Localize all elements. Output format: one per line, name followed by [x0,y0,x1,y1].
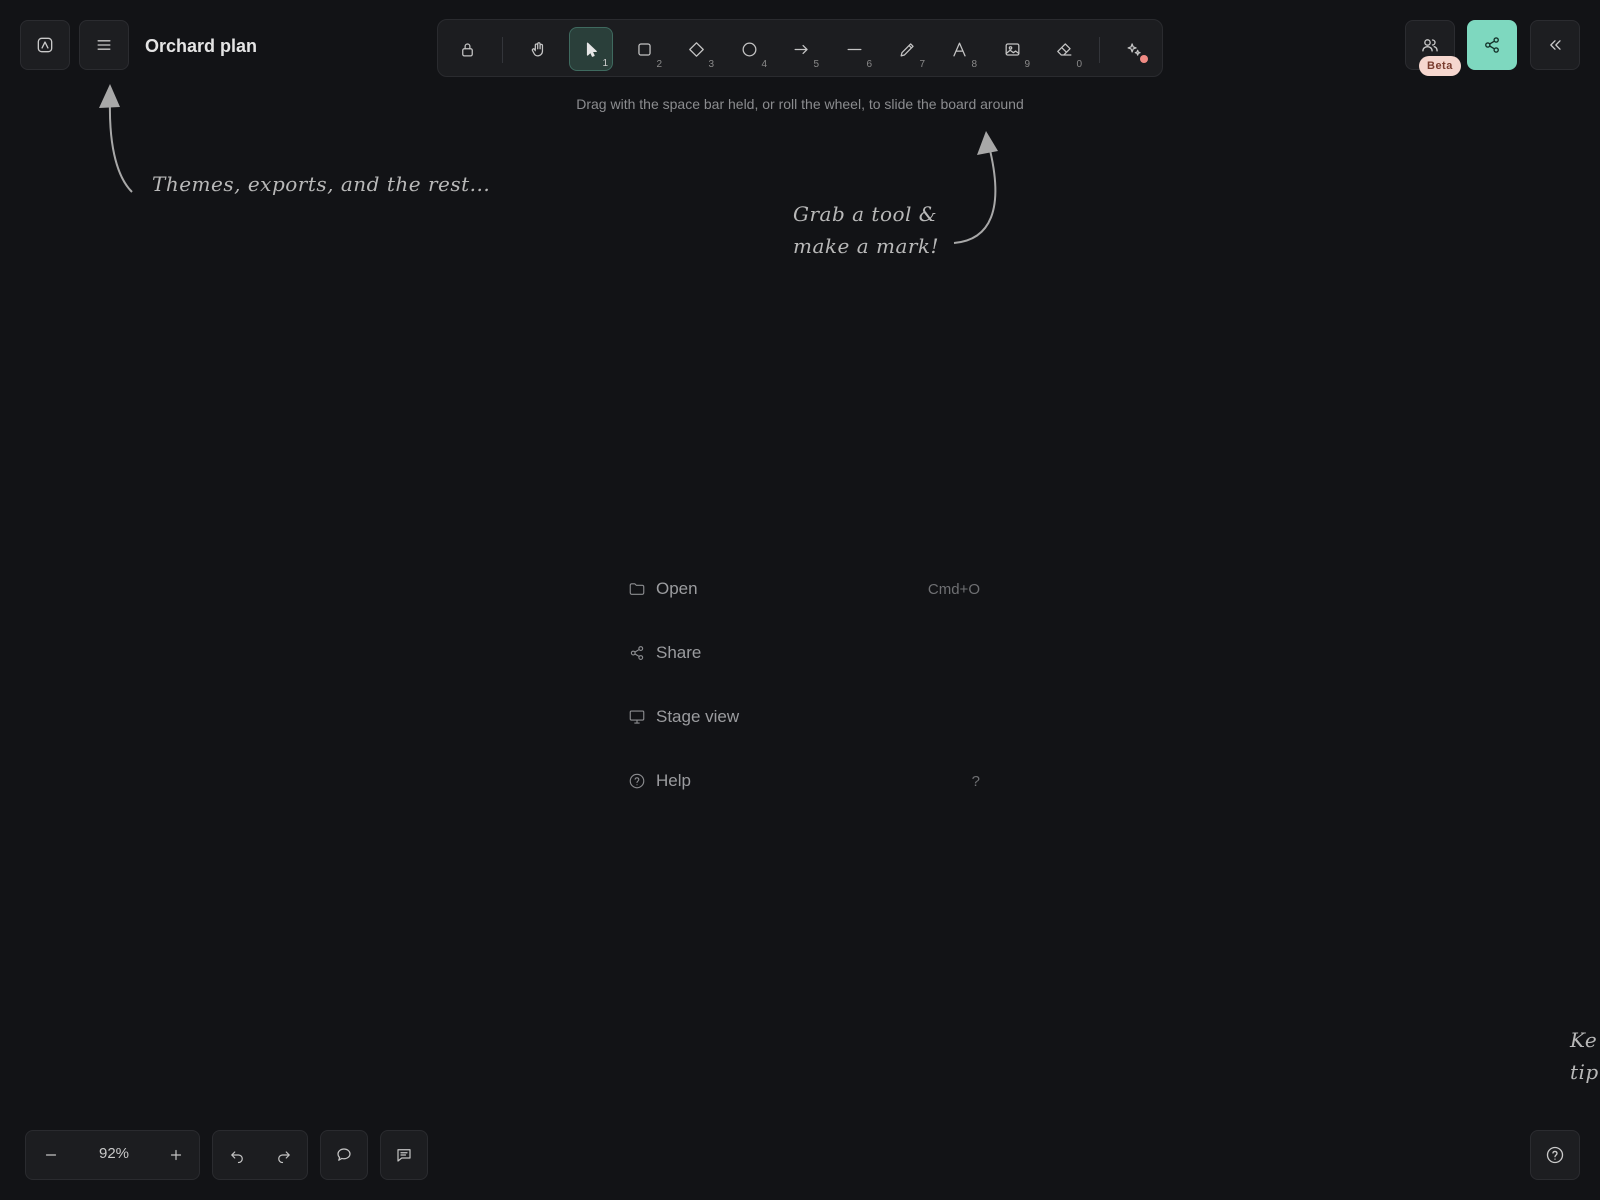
notes-button[interactable] [381,1131,427,1179]
shortcut-key: 8 [971,59,977,70]
zoom-level[interactable]: 92% [84,1145,144,1162]
notes-control [380,1130,428,1180]
tool-text[interactable]: 8 [937,27,981,71]
chevrons-left-icon [1550,40,1561,50]
shortcut-key: 7 [919,59,925,70]
shapes-toolbar: 1 2 3 4 5 6 7 8 9 0 [437,19,1163,77]
message-square-icon [397,1149,411,1162]
redo-button[interactable] [261,1131,307,1179]
share-icon [630,646,644,660]
tool-arrow[interactable]: 5 [779,27,823,71]
folder-icon [629,583,645,595]
tool-annotation-line1: Grab a tool & [793,202,938,226]
monitor-icon [629,710,645,724]
redo-icon [278,1151,290,1164]
cursor-arrow-icon [586,42,597,57]
welcome-share-item[interactable]: Share [628,633,980,673]
diamond-icon [688,41,704,57]
menu-item-shortcut: Cmd+O [927,580,980,598]
help-annotation-line2: tip [1570,1060,1599,1084]
help-circle-icon [629,773,645,789]
toggle-sidebar-button[interactable] [1530,20,1580,70]
welcome-help-item[interactable]: Help ? [628,761,980,801]
notification-dot [1140,55,1148,63]
line-icon [847,48,861,50]
zoom-controls: 92% [25,1130,200,1180]
app: Orchard plan 1 2 3 4 5 6 7 8 9 0 Drag wi… [0,0,1600,1200]
help-annotation-line1: Ke [1570,1028,1598,1052]
tool-image[interactable]: 9 [990,27,1034,71]
document-title[interactable]: Orchard plan [145,36,257,57]
shortcut-key: 1 [602,58,608,69]
menu-item-label: Open [656,579,698,598]
welcome-stage-view-item[interactable]: Stage view [628,697,980,737]
shortcut-key: 5 [813,59,819,70]
menu-item-label: Help [656,771,691,790]
eraser-icon [1056,42,1071,56]
menu-item-shortcut: ? [971,772,980,790]
speech-bubble-icon [337,1148,351,1161]
help-button[interactable] [1530,1130,1580,1180]
hamburger-icon [97,40,111,50]
menu-annotation: Themes, exports, and the rest... [152,172,491,196]
zoom-out-button[interactable] [28,1131,74,1179]
menu-item-label: Stage view [656,707,740,726]
image-icon [1005,42,1019,56]
help-circle-icon [1546,1146,1564,1164]
hand-icon [531,41,543,56]
tool-draw[interactable]: 7 [885,27,929,71]
undo-icon [231,1151,243,1164]
tool-ellipse[interactable]: 4 [727,27,771,71]
users-icon [1422,39,1438,52]
rectangle-icon [637,42,651,56]
tool-hand[interactable] [516,27,560,71]
beta-badge: Beta [1419,56,1461,76]
menu-item-label: Share [656,643,702,662]
tool-diamond[interactable]: 3 [674,27,718,71]
tool-hint-arrow [953,145,997,244]
shortcut-key: 3 [708,59,714,70]
plus-icon [170,1149,182,1161]
shortcut-key: 9 [1024,59,1030,70]
shortcut-key: 6 [866,59,872,70]
tool-line[interactable]: 6 [832,27,876,71]
main-menu-button[interactable] [79,20,129,70]
shortcut-key: 4 [761,59,767,70]
lock-icon [461,42,473,56]
logo-icon [37,37,53,53]
comment-button[interactable] [321,1131,367,1179]
comment-control [320,1130,368,1180]
shortcut-key: 0 [1076,59,1082,70]
tool-ai[interactable] [1112,27,1156,71]
text-icon [952,42,966,56]
arrow-right-icon [794,44,808,54]
menu-hint-arrow [108,99,133,193]
tool-hint-arrowhead [977,131,998,155]
share-button[interactable] [1467,20,1517,70]
tool-lock[interactable] [445,27,489,71]
welcome-open-item[interactable]: Open Cmd+O [628,569,980,609]
history-controls [212,1130,308,1180]
undo-button[interactable] [214,1131,260,1179]
shortcut-key: 2 [656,59,662,70]
app-logo-button[interactable] [20,20,70,70]
zoom-in-button[interactable] [153,1131,199,1179]
toolbar-divider [502,37,503,63]
share-icon [1485,37,1499,53]
pencil-icon [900,42,914,56]
toolbar-divider [1099,37,1100,63]
tool-rectangle[interactable]: 2 [622,27,666,71]
ellipse-icon [742,42,756,56]
pan-hint: Drag with the space bar held, or roll th… [576,96,1024,112]
minus-icon [45,1154,57,1156]
tool-annotation-line2: make a mark! [793,234,940,258]
tool-eraser[interactable]: 0 [1042,27,1086,71]
tool-selection[interactable]: 1 [569,27,613,71]
